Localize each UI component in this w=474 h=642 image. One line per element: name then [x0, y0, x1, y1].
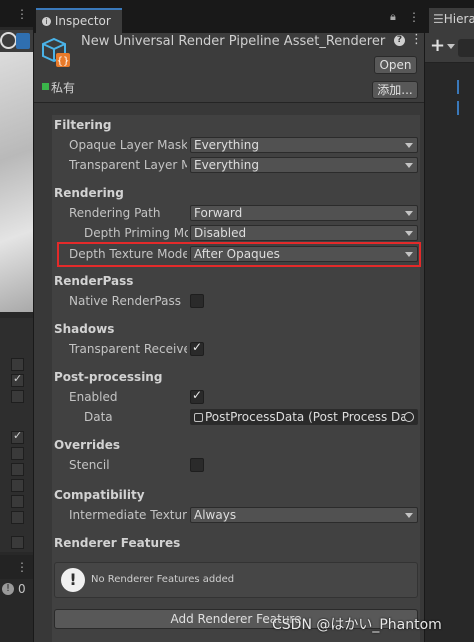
warning-count: 0: [18, 582, 26, 596]
section-postprocessing-title[interactable]: Post-processing: [54, 370, 162, 384]
transparent-receive-shadows-checkbox[interactable]: [190, 340, 204, 356]
no-features-notice: ! No Renderer Features added: [54, 562, 418, 598]
tab-hierarchy-label: Hiera: [443, 12, 474, 26]
private-label: 私有: [51, 81, 76, 95]
intermediate-texture-dropdown[interactable]: Always: [190, 507, 418, 523]
hierarchy-toolbar: +: [425, 33, 474, 63]
hierarchy-selection-marker: [457, 101, 459, 115]
section-overrides-title[interactable]: Overrides: [54, 438, 120, 452]
transparent-receive-shadows-label: Transparent Receive: [69, 342, 187, 356]
open-button[interactable]: Open: [374, 56, 417, 74]
depth-priming-mode-label: Depth Priming Moc: [84, 226, 188, 240]
globe-icon[interactable]: [0, 32, 17, 49]
chevron-down-icon: [405, 163, 413, 168]
depth-priming-mode-dropdown[interactable]: Disabled: [190, 225, 418, 241]
section-renderpass-title[interactable]: RenderPass: [54, 274, 133, 288]
section-renderer-features-title[interactable]: Renderer Features: [54, 536, 180, 550]
scene-view[interactable]: [0, 52, 33, 312]
watermark: CSDN @はかい_Phantom: [272, 617, 442, 633]
postprocess-data-label: Data: [84, 410, 113, 424]
search-field[interactable]: [458, 39, 474, 57]
stencil-label: Stencil: [69, 458, 110, 472]
section-shadows-title[interactable]: Shadows: [54, 322, 114, 336]
section-filtering-title[interactable]: Filtering: [54, 118, 111, 132]
inspector-header: {} New Universal Render Pipeline Asset_R…: [34, 32, 424, 103]
more-menu-icon[interactable]: ⋮: [16, 7, 28, 21]
info-icon: i: [42, 17, 51, 26]
tab-hierarchy[interactable]: ☰Hiera: [429, 8, 474, 33]
svg-text:{}: {}: [57, 56, 70, 67]
dropdown-button[interactable]: [16, 33, 30, 49]
left-checkbox[interactable]: [11, 495, 24, 508]
chevron-down-icon: [405, 231, 413, 236]
stencil-checkbox[interactable]: [190, 458, 204, 472]
left-status-bar: ! 0: [0, 579, 33, 601]
more-menu-icon[interactable]: ⋮: [16, 560, 28, 574]
hierarchy-selection-marker: [457, 80, 459, 94]
left-checkbox[interactable]: [11, 390, 24, 403]
left-checkbox[interactable]: [11, 429, 24, 444]
add-label-button[interactable]: 添加...: [372, 81, 418, 99]
transparent-layer-mask-label: Transparent Layer Ma: [69, 158, 187, 172]
add-dropdown-icon[interactable]: [447, 44, 455, 49]
opaque-layer-mask-dropdown[interactable]: Everything: [190, 137, 418, 153]
left-tab-bar: ⋮: [0, 0, 33, 27]
opaque-layer-mask-value: Everything: [194, 138, 259, 152]
chevron-down-icon: [405, 211, 413, 216]
chevron-down-icon: [405, 513, 413, 518]
left-checkbox[interactable]: [11, 372, 24, 387]
lock-icon[interactable]: 🔒︎: [390, 10, 396, 24]
rendering-path-label: Rendering Path: [69, 206, 161, 220]
native-renderpass-label: Native RenderPass: [69, 294, 181, 308]
postprocessing-enabled-label: Enabled: [69, 390, 118, 404]
transparent-layer-mask-value: Everything: [194, 158, 259, 172]
warning-count-icon[interactable]: !: [2, 583, 14, 595]
asset-name: New Universal Render Pipeline Asset_Rend…: [81, 34, 387, 49]
more-menu-icon[interactable]: ⋮: [408, 10, 420, 24]
left-checkbox[interactable]: [11, 447, 24, 460]
warning-icon: !: [61, 568, 85, 592]
renderer-asset-icon: {}: [42, 37, 70, 67]
postprocess-data-field[interactable]: PostProcessData (Post Process Da: [190, 409, 418, 425]
intermediate-texture-label: Intermediate Texture: [69, 508, 187, 522]
postprocess-data-value: PostProcessData (Post Process Da: [205, 410, 408, 424]
settings-menu-icon[interactable]: ⋮: [410, 32, 423, 47]
left-checkbox[interactable]: [11, 463, 24, 476]
private-checkbox-icon[interactable]: [42, 83, 49, 90]
section-compatibility-title[interactable]: Compatibility: [54, 488, 145, 502]
chevron-down-icon: [405, 143, 413, 148]
left-footer: ⋮: [0, 555, 33, 579]
section-rendering-title[interactable]: Rendering: [54, 186, 124, 200]
depth-priming-mode-value: Disabled: [194, 226, 247, 240]
opaque-layer-mask-label: Opaque Layer Mask: [69, 138, 187, 152]
hierarchy-panel: [425, 0, 474, 642]
postprocessing-enabled-checkbox[interactable]: [190, 388, 204, 404]
left-checkbox[interactable]: [11, 479, 24, 492]
tab-inspector-label: Inspector: [54, 14, 111, 28]
highlight-box: [57, 242, 421, 267]
left-checkbox[interactable]: [11, 536, 24, 549]
left-checkbox[interactable]: [11, 358, 24, 371]
hierarchy-icon: ☰: [433, 12, 444, 26]
left-checkbox[interactable]: [11, 511, 24, 524]
native-renderpass-checkbox[interactable]: [190, 294, 204, 308]
help-icon[interactable]: ?: [394, 35, 405, 46]
transparent-layer-mask-dropdown[interactable]: Everything: [190, 157, 418, 173]
add-icon[interactable]: +: [430, 35, 445, 56]
scene-toolbar: [0, 30, 33, 52]
rendering-path-value: Forward: [194, 206, 243, 220]
left-list: [0, 318, 33, 552]
tab-inspector[interactable]: i Inspector: [36, 8, 122, 33]
object-picker-icon[interactable]: [404, 412, 414, 422]
postprocess-data-icon: [194, 413, 203, 422]
rendering-path-dropdown[interactable]: Forward: [190, 205, 418, 221]
intermediate-texture-value: Always: [194, 508, 237, 522]
no-features-text: No Renderer Features added: [91, 574, 235, 585]
